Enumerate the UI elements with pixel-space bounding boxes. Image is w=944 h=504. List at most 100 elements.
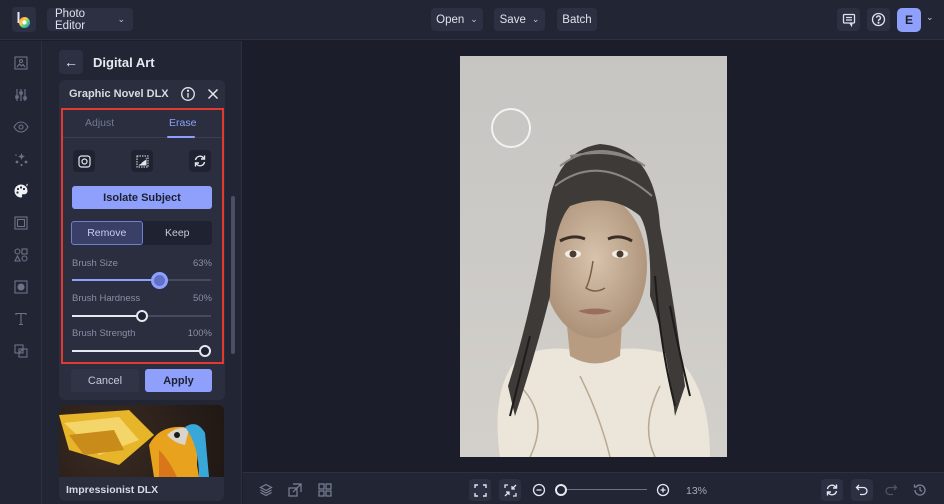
grid-button[interactable]	[315, 480, 335, 500]
effect-tabs: Adjust Erase	[63, 110, 222, 138]
rail-item-effects[interactable]	[11, 117, 31, 137]
apply-button[interactable]: Apply	[145, 369, 212, 392]
rail-item-adjust[interactable]	[11, 85, 31, 105]
mode-keep-button[interactable]: Keep	[143, 221, 213, 245]
photo-editor-menu[interactable]: Photo Editor ⌄	[47, 7, 133, 32]
rail-item-text[interactable]	[11, 309, 31, 329]
brush-size-value: 63%	[192, 258, 212, 269]
chevron-down-icon[interactable]: ⌄	[926, 12, 934, 23]
tab-adjust[interactable]: Adjust	[85, 117, 114, 129]
replace-image-button[interactable]	[285, 480, 305, 500]
photo-editor-label: Photo Editor	[55, 7, 86, 32]
rail-item-textures[interactable]	[11, 277, 31, 297]
preset-card-impressionist[interactable]: Impressionist DLX	[59, 405, 224, 501]
redo-icon	[885, 484, 898, 496]
comment-icon	[842, 13, 855, 27]
zoom-in-icon	[656, 483, 670, 497]
chevron-down-icon: ⌄	[470, 14, 478, 24]
info-button[interactable]	[180, 86, 196, 102]
apply-label: Apply	[163, 374, 194, 387]
zoom-out-icon	[532, 483, 546, 497]
tab-erase[interactable]: Erase	[169, 117, 196, 129]
redo-button[interactable]	[881, 480, 901, 500]
brush-mode-button[interactable]	[73, 150, 95, 172]
sync-icon	[826, 484, 838, 496]
avatar-initial: E	[904, 13, 913, 27]
undo-icon	[855, 484, 868, 496]
brush-strength-thumb[interactable]	[199, 345, 211, 357]
chevron-down-icon: ⌄	[117, 14, 125, 24]
brush-hardness-label: Brush Hardness	[72, 293, 141, 304]
mode-keep-label: Keep	[164, 227, 190, 239]
isolate-subject-button[interactable]: Isolate Subject	[72, 186, 212, 209]
reset-mask-button[interactable]	[189, 150, 211, 172]
app-logo[interactable]	[12, 7, 36, 32]
brush-strength-value: 100%	[187, 328, 212, 339]
reset-icon	[194, 155, 206, 167]
layers-icon	[259, 483, 273, 497]
sync-button[interactable]	[821, 479, 843, 501]
user-avatar[interactable]: E	[897, 8, 921, 32]
save-button[interactable]: Save ⌄	[494, 8, 545, 31]
brush-size-fill	[72, 279, 160, 281]
batch-button[interactable]: Batch	[557, 8, 597, 31]
grid-icon	[318, 483, 332, 497]
logo-icon	[17, 11, 30, 28]
fit-screen-button[interactable]	[469, 479, 491, 501]
invert-mask-button[interactable]	[131, 150, 153, 172]
close-button[interactable]	[205, 86, 221, 102]
info-icon	[181, 87, 195, 101]
overlay-icon	[14, 344, 28, 358]
mode-remove-label: Remove	[87, 227, 127, 239]
tool-rail	[0, 41, 42, 504]
cancel-button[interactable]: Cancel	[71, 369, 139, 392]
isolate-subject-label: Isolate Subject	[103, 191, 181, 204]
rail-item-image[interactable]	[11, 53, 31, 73]
history-button[interactable]	[910, 480, 930, 500]
preset-thumbnail	[59, 405, 224, 477]
zoom-in-button[interactable]	[653, 480, 673, 500]
mode-remove-button[interactable]: Remove	[71, 221, 143, 245]
layers-button[interactable]	[256, 480, 276, 500]
comment-button[interactable]	[837, 8, 860, 31]
text-icon	[15, 312, 27, 326]
rail-item-frames[interactable]	[11, 213, 31, 233]
actual-size-icon	[503, 483, 517, 497]
rail-item-overlays[interactable]	[11, 341, 31, 361]
batch-label: Batch	[562, 13, 592, 26]
eye-icon	[13, 121, 29, 133]
help-button[interactable]	[867, 8, 890, 31]
brush-mode-icon	[77, 154, 91, 168]
brush-hardness-slider[interactable]	[72, 310, 211, 322]
texture-icon	[14, 280, 28, 294]
brush-hardness-thumb[interactable]	[135, 310, 148, 322]
brush-strength-label: Brush Strength	[72, 328, 136, 339]
zoom-slider-thumb[interactable]	[555, 484, 567, 496]
rail-item-artsy[interactable]	[11, 181, 31, 201]
zoom-level: 13%	[686, 485, 708, 497]
parrot-image	[59, 410, 209, 477]
brush-strength-fill	[72, 350, 211, 352]
rail-item-graphics[interactable]	[11, 245, 31, 265]
open-button[interactable]: Open ⌄	[431, 8, 483, 31]
zoom-out-button[interactable]	[529, 480, 549, 500]
brush-size-label: Brush Size	[72, 258, 118, 269]
erase-mode-toggle: Remove Keep	[71, 221, 212, 245]
back-button[interactable]: ←	[59, 50, 83, 74]
brush-size-slider[interactable]	[72, 271, 211, 289]
sliders-icon	[15, 89, 27, 101]
undo-button[interactable]	[851, 479, 873, 501]
brush-strength-slider[interactable]	[72, 345, 211, 357]
active-tab-indicator	[167, 136, 195, 138]
brush-cursor	[491, 108, 531, 148]
replace-image-icon	[288, 483, 302, 497]
save-label: Save	[499, 13, 526, 26]
brush-size-thumb[interactable]	[151, 271, 169, 289]
panel-scrollbar[interactable]	[231, 196, 235, 354]
zoom-slider-track[interactable]	[561, 489, 647, 490]
history-icon	[913, 484, 926, 496]
sparkle-icon	[14, 152, 27, 166]
brush-hardness-fill	[72, 315, 142, 317]
actual-size-button[interactable]	[499, 479, 521, 501]
rail-item-touch-up[interactable]	[11, 149, 31, 169]
